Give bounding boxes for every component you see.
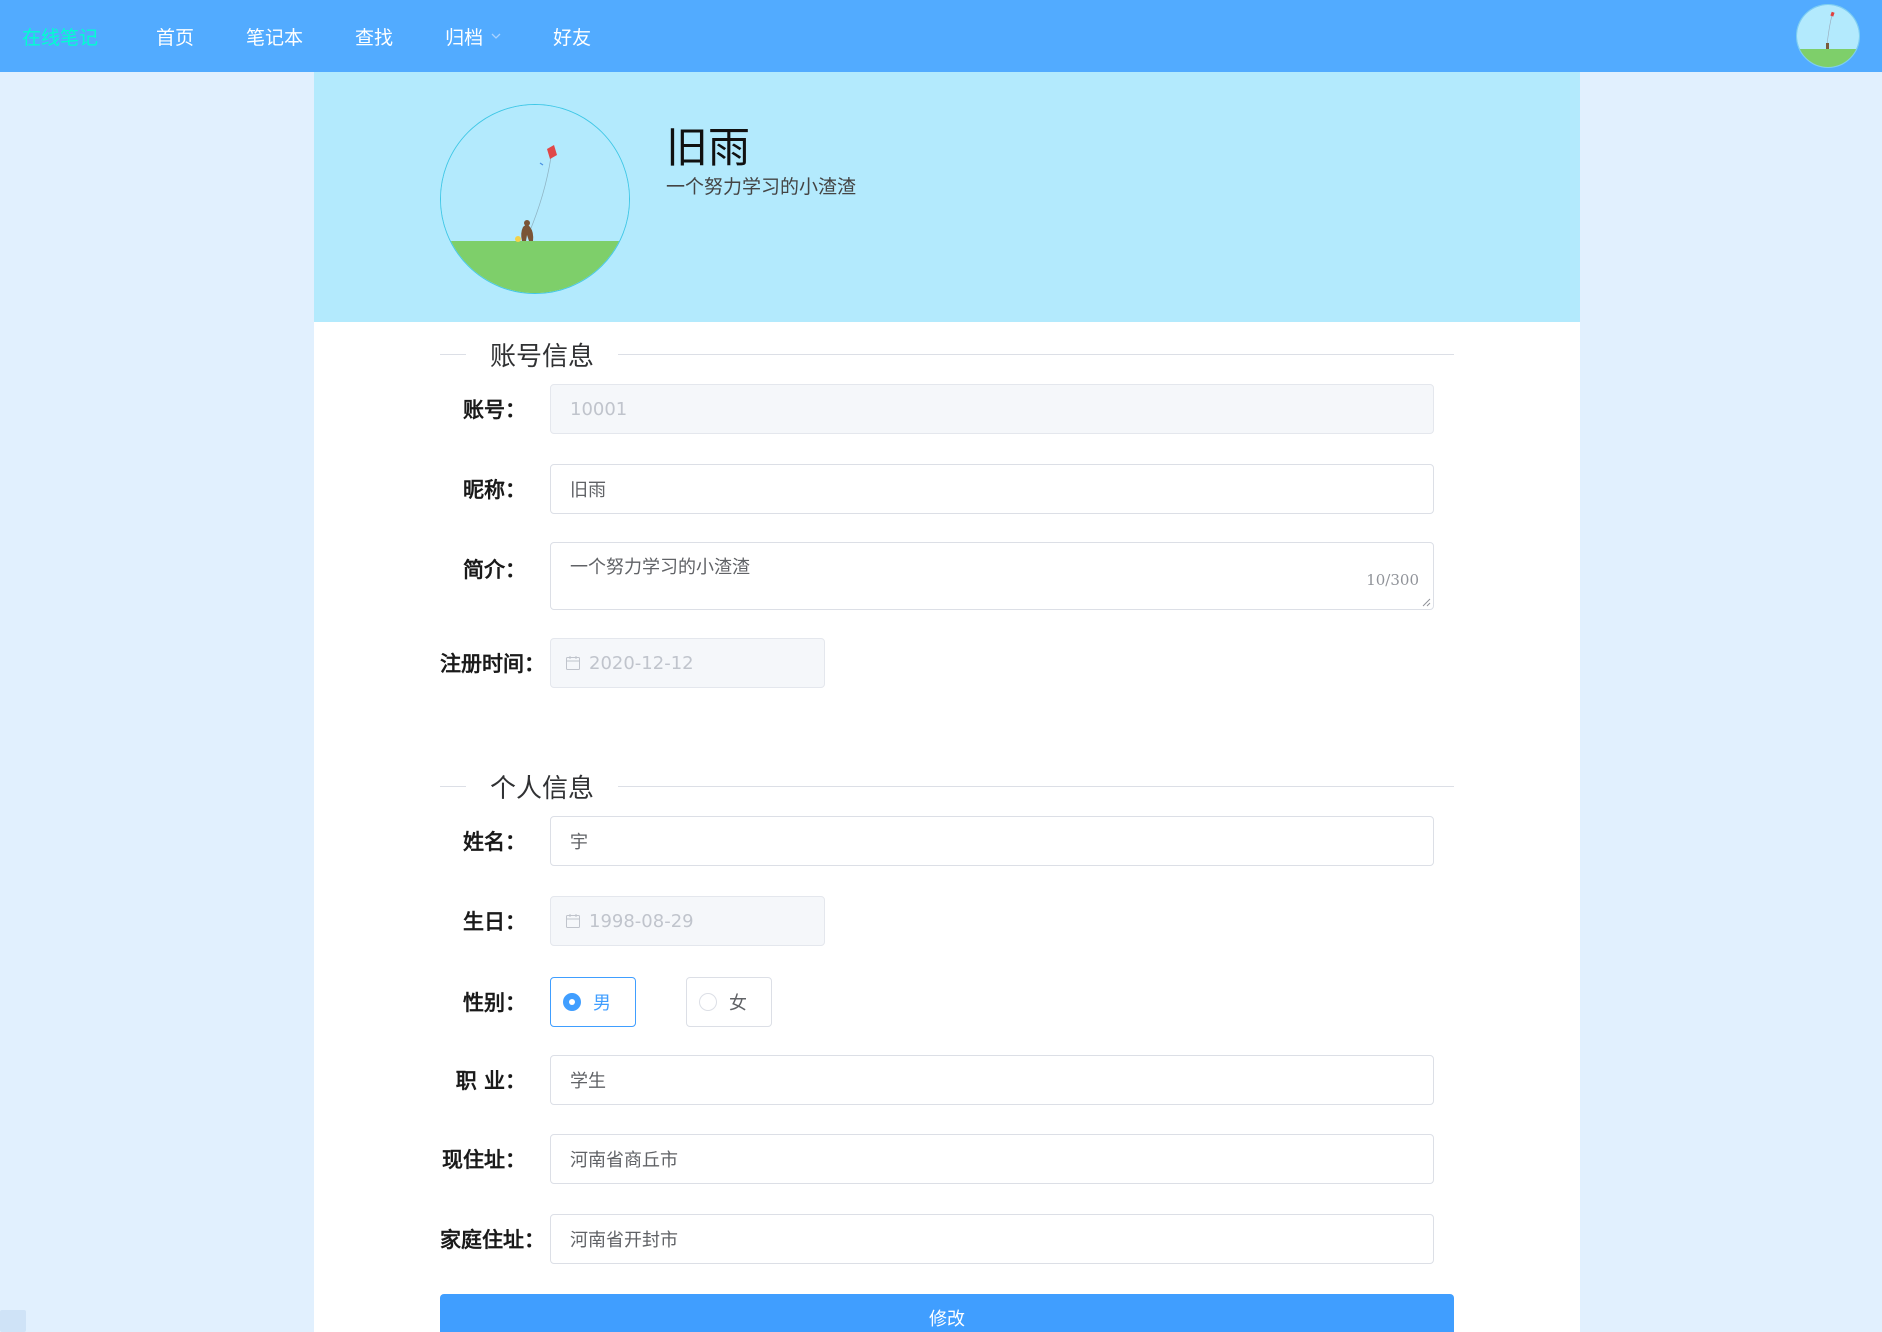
nav-item-archive[interactable]: 归档 [445, 23, 501, 50]
birthday-picker[interactable]: 1998-08-29 [550, 896, 825, 946]
home-address-value: 河南省开封市 [570, 1230, 678, 1251]
nickname-label: 昵称： [463, 477, 526, 502]
nav-item-friends[interactable]: 好友 [553, 23, 591, 50]
divider [440, 353, 466, 355]
form-row-register-time: 注册时间： 2020-12-12 [440, 638, 1454, 688]
char-counter: 10/300 [1366, 571, 1419, 589]
form-row-account: 账号： 10001 [440, 384, 1454, 434]
section-title-text: 个人信息 [490, 773, 595, 804]
gender-radio-female[interactable]: 女 [686, 977, 772, 1027]
profile-header: 旧雨 一个努力学习的小渣渣 [314, 72, 1580, 322]
nav-item-label: 归档 [445, 26, 484, 49]
divider [618, 785, 1454, 787]
gender-option-label: 男 [593, 993, 611, 1014]
profile-container: 旧雨 一个努力学习的小渣渣 账号信息 账号： 10001 昵称： 旧雨 简介： … [314, 72, 1580, 1332]
gender-label: 性别： [463, 990, 526, 1015]
form-row-current-address: 现住址： 河南省商丘市 [440, 1134, 1454, 1184]
resize-handle-icon[interactable] [1421, 597, 1431, 607]
corner-widget[interactable] [0, 1310, 26, 1332]
radio-checked-icon [563, 993, 581, 1011]
home-address-label: 家庭住址： [440, 1227, 545, 1252]
nav-item-label: 查找 [355, 26, 394, 49]
home-address-field[interactable]: 河南省开封市 [550, 1214, 1434, 1264]
current-address-field[interactable]: 河南省商丘市 [550, 1134, 1434, 1184]
birthday-value: 1998-08-29 [589, 910, 694, 932]
brand-link[interactable]: 在线笔记 [22, 23, 98, 50]
user-avatar[interactable] [1796, 4, 1860, 68]
form-row-nickname: 昵称： 旧雨 [440, 464, 1454, 514]
job-label: 职 业： [455, 1068, 526, 1093]
intro-label: 简介： [463, 557, 526, 582]
birthday-label: 生日： [463, 909, 526, 934]
job-value: 学生 [570, 1071, 606, 1092]
nickname-field[interactable]: 旧雨 [550, 464, 1434, 514]
form-row-gender: 性别： 男 女 [440, 977, 1454, 1027]
account-label: 账号： [463, 397, 526, 422]
account-field[interactable]: 10001 [550, 384, 1434, 434]
intro-value: 一个努力学习的小渣渣 [570, 557, 750, 578]
real-name-value: 宇 [570, 832, 588, 853]
register-time-label: 注册时间： [440, 651, 545, 676]
gender-radio-male[interactable]: 男 [550, 977, 636, 1027]
radio-unchecked-icon [699, 993, 717, 1011]
kite-avatar-image [1797, 5, 1859, 67]
real-name-field[interactable]: 宇 [550, 816, 1434, 866]
intro-textarea[interactable]: 一个努力学习的小渣渣 10/300 [550, 542, 1434, 610]
calendar-icon [566, 656, 580, 670]
nav-item-label: 首页 [156, 26, 195, 49]
kite-avatar-image [441, 105, 629, 293]
current-address-label: 现住址： [442, 1147, 526, 1172]
section-title-text: 账号信息 [490, 341, 595, 372]
current-address-value: 河南省商丘市 [570, 1150, 678, 1171]
nav-item-label: 好友 [553, 26, 592, 49]
form-row-name: 姓名： 宇 [440, 816, 1454, 866]
form-row-intro: 简介： 一个努力学习的小渣渣 10/300 [440, 542, 1454, 610]
nav-item-search[interactable]: 查找 [355, 23, 393, 50]
profile-avatar [440, 104, 630, 294]
real-name-label: 姓名： [463, 829, 526, 854]
section-title-personal: 个人信息 [440, 771, 1454, 804]
gender-option-label: 女 [729, 993, 747, 1014]
nav-item-notebook[interactable]: 笔记本 [246, 23, 303, 50]
chevron-down-icon [491, 33, 501, 39]
form-row-birthday: 生日： 1998-08-29 [440, 896, 1454, 946]
top-navbar: 在线笔记 首页 笔记本 查找 归档 好友 [0, 0, 1882, 72]
divider [618, 353, 1454, 355]
calendar-icon [566, 914, 580, 928]
section-title-account: 账号信息 [440, 339, 1454, 372]
register-time-value: 2020-12-12 [589, 652, 694, 674]
form-row-home-address: 家庭住址： 河南省开封市 [440, 1214, 1454, 1264]
form-row-job: 职 业： 学生 [440, 1055, 1454, 1105]
nav-item-label: 笔记本 [246, 26, 304, 49]
nickname-value: 旧雨 [570, 480, 606, 501]
register-time-picker[interactable]: 2020-12-12 [550, 638, 825, 688]
modify-button[interactable]: 修改 [440, 1294, 1454, 1332]
account-value: 10001 [570, 398, 628, 420]
nav-item-home[interactable]: 首页 [156, 23, 194, 50]
profile-name: 旧雨 [666, 123, 751, 172]
profile-bio: 一个努力学习的小渣渣 [666, 176, 857, 198]
divider [440, 785, 466, 787]
job-field[interactable]: 学生 [550, 1055, 1434, 1105]
